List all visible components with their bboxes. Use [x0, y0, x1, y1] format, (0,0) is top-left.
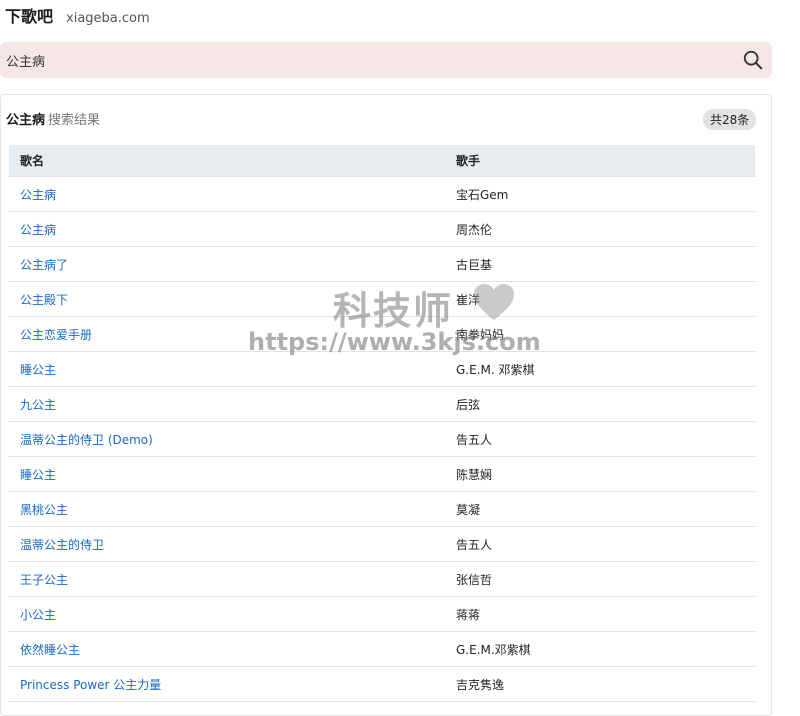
search-icon[interactable] [742, 49, 764, 71]
table-row: Princess Power 公主力量 吉克隽逸 [9, 666, 755, 702]
song-link[interactable]: 王子公主 [20, 573, 68, 587]
song-link[interactable]: 公主病了 [20, 258, 68, 272]
song-link[interactable]: 温蒂公主的侍卫 [20, 538, 104, 552]
singer-cell: 吉克隽逸 [445, 666, 755, 702]
song-link[interactable]: 睡公主 [20, 468, 56, 482]
song-cell: 公主恋爱手册 [9, 316, 445, 352]
table-row: 睡公主 G.E.M. 邓紫棋 [9, 351, 755, 387]
singer-cell: 南拳妈妈 [445, 316, 755, 352]
song-link[interactable]: 公主病 [20, 223, 56, 237]
singer-cell: 周杰伦 [445, 211, 755, 247]
song-cell: 九公主 [9, 386, 445, 422]
results-suffix: 搜索结果 [48, 113, 101, 128]
table-row: 温蒂公主的侍卫 告五人 [9, 526, 755, 562]
singer-cell: 崔洋 [445, 281, 755, 317]
song-cell: 睡公主 [9, 351, 445, 387]
song-cell: 公主病 [9, 176, 445, 212]
results-heading: 公主病 搜索结果 [6, 109, 100, 128]
singer-cell: 后弦 [445, 386, 755, 422]
song-cell: 温蒂公主的侍卫 (Demo) [9, 421, 445, 457]
song-link[interactable]: 依然睡公主 [20, 643, 80, 657]
song-cell: 依然睡公主 [9, 631, 445, 667]
singer-cell: 张信哲 [445, 561, 755, 597]
song-link[interactable]: 公主殿下 [20, 293, 68, 307]
table-row: 温蒂公主的侍卫 (Demo) 告五人 [9, 421, 755, 457]
singer-cell: G.E.M.邓紫棋 [445, 631, 755, 667]
results-query: 公主病 [6, 113, 46, 128]
table-row: 公主恋爱手册 南拳妈妈 [9, 316, 755, 352]
results-panel: 公主病 搜索结果 共28条 歌名 歌手 公主病 宝石Gem 公主病 周杰伦 公主病了 古巨基… [0, 94, 772, 716]
song-link[interactable]: 公主病 [20, 188, 56, 202]
song-link[interactable]: 温蒂公主的侍卫 (Demo) [20, 433, 153, 447]
results-table-body: 公主病 宝石Gem 公主病 周杰伦 公主病了 古巨基 公主殿下 崔洋 公主恋爱手册 南拳妈妈 睡公主… [9, 176, 755, 702]
table-row: 小公主 蒋蒋 [9, 596, 755, 632]
singer-cell: 蒋蒋 [445, 596, 755, 632]
song-cell: 睡公主 [9, 456, 445, 492]
singer-cell: 告五人 [445, 421, 755, 457]
singer-cell: 陈慧娴 [445, 456, 755, 492]
table-row: 九公主 后弦 [9, 386, 755, 422]
table-row: 依然睡公主 G.E.M.邓紫棋 [9, 631, 755, 667]
song-link[interactable]: 公主恋爱手册 [20, 328, 92, 342]
column-header-song: 歌名 [9, 145, 445, 177]
song-cell: Princess Power 公主力量 [9, 666, 445, 702]
singer-cell: 莫凝 [445, 491, 755, 527]
song-cell: 王子公主 [9, 561, 445, 597]
singer-cell: G.E.M. 邓紫棋 [445, 351, 755, 387]
column-header-singer: 歌手 [445, 145, 755, 177]
results-table: 歌名 歌手 公主病 宝石Gem 公主病 周杰伦 公主病了 古巨基 公主殿下 崔洋 公主恋爱手册南… [9, 145, 755, 702]
song-link[interactable]: 小公主 [20, 608, 56, 622]
song-cell: 公主病了 [9, 246, 445, 282]
song-cell: 公主殿下 [9, 281, 445, 317]
site-brand[interactable]: 下歌吧 [5, 3, 53, 27]
table-header-row: 歌名 歌手 [9, 145, 755, 177]
site-header: 下歌吧 xiageba.com [5, 3, 150, 33]
table-row: 黑桃公主 莫凝 [9, 491, 755, 527]
table-row: 公主病 周杰伦 [9, 211, 755, 247]
singer-cell: 宝石Gem [445, 176, 755, 212]
search-bar [0, 42, 772, 78]
search-input[interactable] [6, 42, 706, 78]
song-link[interactable]: Princess Power 公主力量 [20, 678, 161, 692]
table-row: 王子公主 张信哲 [9, 561, 755, 597]
site-domain: xiageba.com [66, 11, 150, 26]
table-row: 公主病了 古巨基 [9, 246, 755, 282]
singer-cell: 古巨基 [445, 246, 755, 282]
table-row: 公主病 宝石Gem [9, 176, 755, 212]
song-link[interactable]: 九公主 [20, 398, 56, 412]
song-cell: 小公主 [9, 596, 445, 632]
table-row: 睡公主 陈慧娴 [9, 456, 755, 492]
singer-cell: 告五人 [445, 526, 755, 562]
table-row: 公主殿下 崔洋 [9, 281, 755, 317]
song-link[interactable]: 睡公主 [20, 363, 56, 377]
song-cell: 公主病 [9, 211, 445, 247]
song-cell: 温蒂公主的侍卫 [9, 526, 445, 562]
song-link[interactable]: 黑桃公主 [20, 503, 68, 517]
result-count-badge: 共28条 [703, 109, 757, 130]
song-cell: 黑桃公主 [9, 491, 445, 527]
